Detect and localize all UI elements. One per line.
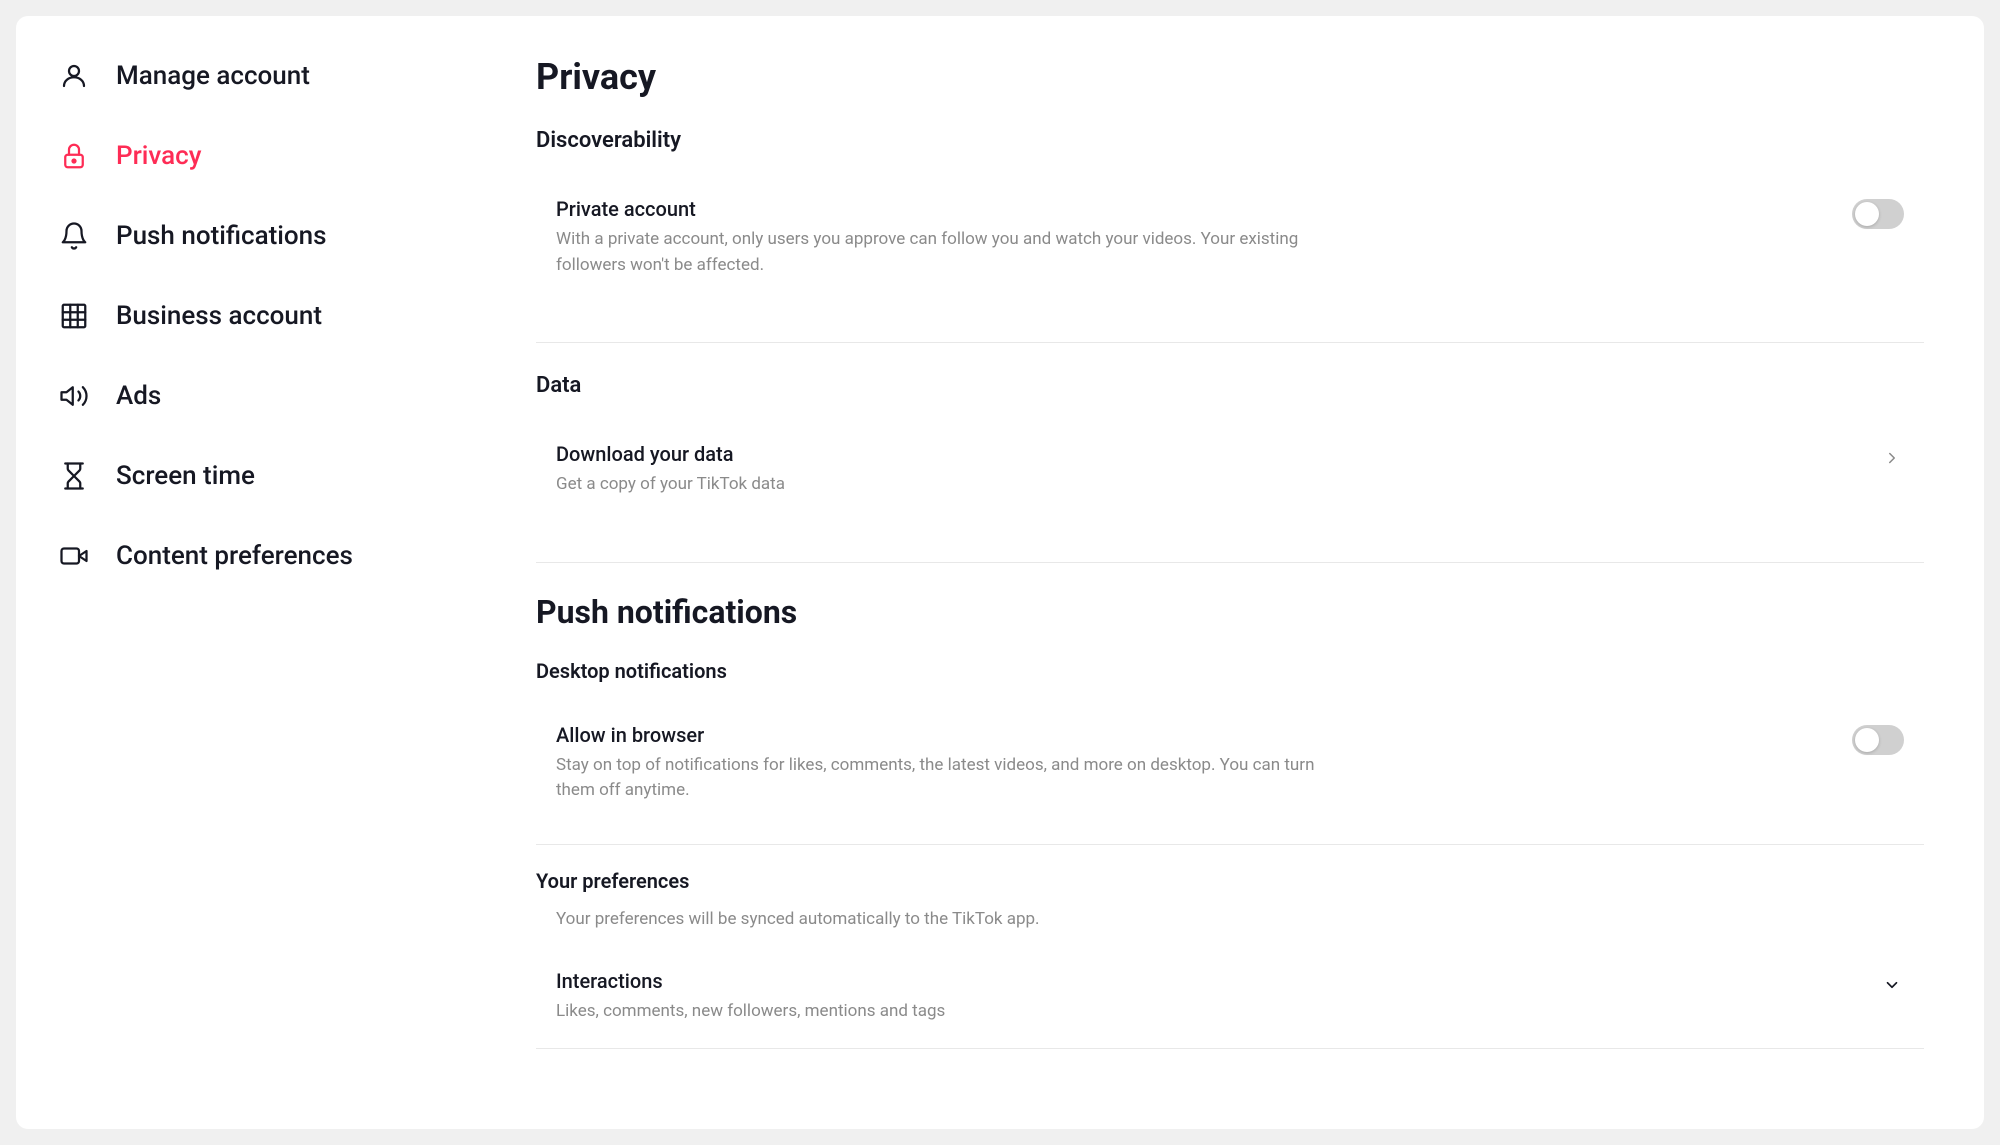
interactions-text: Interactions Likes, comments, new follow… xyxy=(556,969,945,1025)
sidebar-item-label: Privacy xyxy=(116,141,201,171)
sidebar-item-push-notifications[interactable]: Push notifications xyxy=(16,196,476,276)
sidebar-item-label: Business account xyxy=(116,301,322,331)
private-account-toggle[interactable] xyxy=(1852,199,1904,229)
video-icon xyxy=(56,538,92,574)
your-preferences-subsection: Your preferences Your preferences will b… xyxy=(536,869,1924,1050)
sidebar-item-label: Manage account xyxy=(116,61,310,91)
your-preferences-title: Your preferences xyxy=(536,869,1924,893)
sidebar: Manage account Privacy Push notification… xyxy=(16,16,476,1129)
allow-in-browser-setting: Allow in browser Stay on top of notifica… xyxy=(536,699,1924,828)
chevron-right-icon xyxy=(1880,446,1904,470)
section-divider-2 xyxy=(536,562,1924,563)
private-account-label: Private account xyxy=(556,197,1316,221)
bell-icon xyxy=(56,218,92,254)
allow-in-browser-toggle[interactable] xyxy=(1852,725,1904,755)
sidebar-item-screen-time[interactable]: Screen time xyxy=(16,436,476,516)
section-divider-3 xyxy=(536,844,1924,845)
data-section-title: Data xyxy=(536,373,1924,398)
push-notifications-title: Push notifications xyxy=(536,593,1924,631)
discoverability-section: Discoverability Private account With a p… xyxy=(536,128,1924,302)
your-preferences-desc: Your preferences will be synced automati… xyxy=(536,909,1924,929)
push-notifications-section: Push notifications Desktop notifications… xyxy=(536,593,1924,1050)
sidebar-item-label: Content preferences xyxy=(116,541,353,571)
allow-in-browser-label: Allow in browser xyxy=(556,723,1316,747)
page-title: Privacy xyxy=(536,56,1924,98)
desktop-notifications-title: Desktop notifications xyxy=(536,659,1924,683)
interactions-setting[interactable]: Interactions Likes, comments, new follow… xyxy=(536,945,1924,1050)
sidebar-item-label: Screen time xyxy=(116,461,255,491)
section-divider xyxy=(536,342,1924,343)
megaphone-icon xyxy=(56,378,92,414)
sidebar-item-label: Push notifications xyxy=(116,221,327,251)
sidebar-item-manage-account[interactable]: Manage account xyxy=(16,36,476,116)
lock-icon xyxy=(56,138,92,174)
download-data-setting[interactable]: Download your data Get a copy of your Ti… xyxy=(536,418,1924,522)
sidebar-item-business-account[interactable]: Business account xyxy=(16,276,476,356)
download-data-desc: Get a copy of your TikTok data xyxy=(556,472,785,498)
chevron-down-icon xyxy=(1880,973,1904,997)
allow-in-browser-desc: Stay on top of notifications for likes, … xyxy=(556,753,1316,804)
interactions-label: Interactions xyxy=(556,969,945,993)
download-data-text: Download your data Get a copy of your Ti… xyxy=(556,442,785,498)
building-icon xyxy=(56,298,92,334)
discoverability-section-title: Discoverability xyxy=(536,128,1924,153)
data-section: Data Download your data Get a copy of yo… xyxy=(536,373,1924,522)
private-account-text: Private account With a private account, … xyxy=(556,197,1316,278)
allow-in-browser-text: Allow in browser Stay on top of notifica… xyxy=(556,723,1316,804)
main-content: Privacy Discoverability Private account … xyxy=(476,16,1984,1129)
private-account-setting: Private account With a private account, … xyxy=(536,173,1924,302)
sidebar-item-label: Ads xyxy=(116,381,161,411)
interactions-desc: Likes, comments, new followers, mentions… xyxy=(556,999,945,1025)
sidebar-item-privacy[interactable]: Privacy xyxy=(16,116,476,196)
sidebar-item-ads[interactable]: Ads xyxy=(16,356,476,436)
download-data-label: Download your data xyxy=(556,442,785,466)
person-icon xyxy=(56,58,92,94)
hourglass-icon xyxy=(56,458,92,494)
sidebar-item-content-preferences[interactable]: Content preferences xyxy=(16,516,476,596)
private-account-desc: With a private account, only users you a… xyxy=(556,227,1316,278)
desktop-notifications-subsection: Desktop notifications Allow in browser S… xyxy=(536,659,1924,828)
